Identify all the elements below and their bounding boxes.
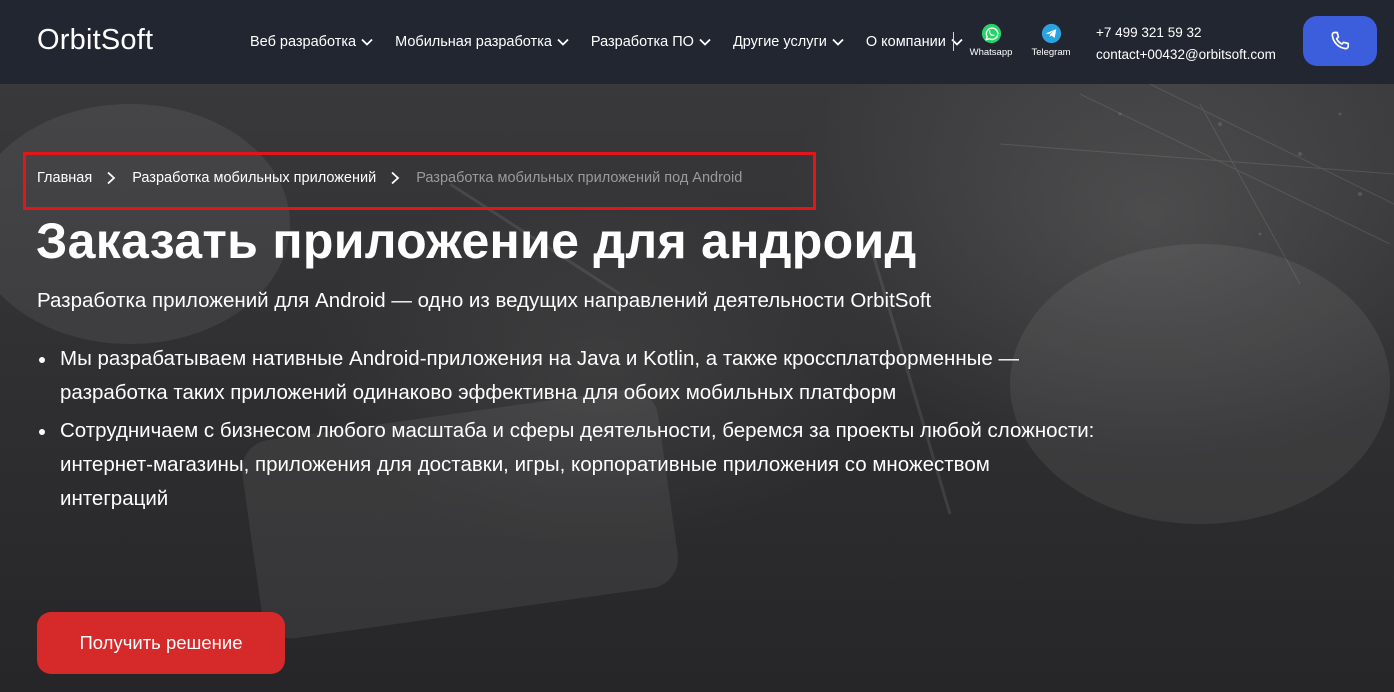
bullet-icon (39, 357, 45, 363)
page-title: Заказать приложение для андроид (36, 213, 917, 269)
hero-section: Главная Разработка мобильных приложений … (0, 84, 1394, 692)
contacts: +7 499 321 59 32 contact+00432@orbitsoft… (1096, 22, 1276, 66)
chevron-down-icon (361, 38, 373, 46)
list-item: Сотрудничаем с бизнесом любого масштаба … (37, 414, 1097, 516)
breadcrumb-item-home[interactable]: Главная (37, 170, 92, 186)
nav-item-about-company[interactable]: О компании (866, 34, 963, 50)
get-solution-button[interactable]: Получить решение (37, 612, 285, 674)
nav-item-label: О компании (865, 34, 946, 50)
nav-item-label: Разработка ПО (590, 34, 694, 50)
whatsapp-icon (981, 23, 1001, 44)
page-subtitle: Разработка приложений для Android — одно… (37, 289, 932, 312)
phone-link[interactable]: +7 499 321 59 32 (1096, 22, 1276, 44)
telegram-icon (1041, 23, 1061, 44)
bullet-icon (39, 429, 45, 435)
nav-divider (953, 32, 954, 51)
call-button[interactable] (1303, 16, 1377, 66)
feature-text: Сотрудничаем с бизнесом любого масштаба … (60, 419, 1095, 510)
chevron-right-icon (391, 171, 400, 185)
chevron-down-icon (557, 38, 569, 46)
nav-item-web-development[interactable]: Веб разработка (250, 34, 373, 50)
feature-text: Мы разрабатываем нативные Android-прилож… (60, 347, 1019, 404)
phone-icon (1331, 31, 1350, 50)
feature-list: Мы разрабатываем нативные Android-прилож… (37, 342, 1097, 520)
email-link[interactable]: contact+00432@orbitsoft.com (1096, 44, 1276, 66)
breadcrumb: Главная Разработка мобильных приложений … (37, 170, 742, 186)
telegram-label: Telegram (1031, 47, 1071, 58)
site-header: OrbitSoft Веб разработка Мобильная разра… (0, 0, 1394, 84)
nav-item-other-services[interactable]: Другие услуги (733, 34, 844, 50)
logo[interactable]: OrbitSoft (37, 24, 153, 57)
whatsapp-label: Whatsapp (969, 47, 1013, 58)
breadcrumb-item-current: Разработка мобильных приложений под Andr… (416, 170, 743, 186)
chevron-right-icon (107, 171, 116, 185)
nav-item-label: Веб разработка (250, 34, 357, 50)
breadcrumb-item-mobile-apps[interactable]: Разработка мобильных приложений (132, 170, 376, 186)
list-item: Мы разрабатываем нативные Android-прилож… (37, 342, 1097, 410)
main-nav: Веб разработка Мобильная разработка Разр… (250, 32, 985, 52)
whatsapp-link[interactable]: Whatsapp (961, 23, 1021, 58)
chevron-down-icon (699, 38, 711, 46)
telegram-link[interactable]: Telegram (1021, 23, 1081, 58)
nav-item-label: Мобильная разработка (395, 34, 552, 50)
chevron-down-icon (832, 38, 844, 46)
nav-item-mobile-development[interactable]: Мобильная разработка (395, 34, 569, 50)
nav-item-label: Другие услуги (732, 34, 827, 50)
nav-item-software-development[interactable]: Разработка ПО (591, 34, 711, 50)
